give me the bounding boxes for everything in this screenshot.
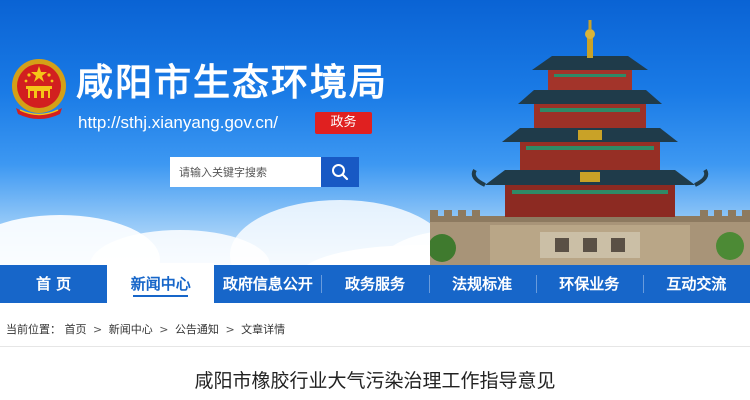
site-url[interactable]: http://sthj.xianyang.gov.cn/ xyxy=(78,113,278,133)
breadcrumb-separator: > xyxy=(159,323,169,336)
nav-item-interaction[interactable]: 互动交流 xyxy=(642,265,750,303)
nav-item-gov-info[interactable]: 政府信息公开 xyxy=(214,265,321,303)
search-icon xyxy=(332,164,349,181)
breadcrumb-current: 文章详情 xyxy=(241,323,286,336)
header-banner: 咸阳市生态环境局 http://sthj.xianyang.gov.cn/ 政务 xyxy=(0,0,750,265)
gov-affairs-badge[interactable]: 政务 xyxy=(315,112,372,134)
site-title: 咸阳市生态环境局 xyxy=(76,61,388,104)
breadcrumb-link-news-center[interactable]: 新闻中心 xyxy=(109,323,153,336)
nav-item-label: 新闻中心 xyxy=(130,275,191,293)
national-emblem-icon xyxy=(12,59,66,119)
breadcrumb-prefix: 当前位置： xyxy=(6,323,61,336)
breadcrumb-divider xyxy=(0,346,750,347)
nav-item-gov-services[interactable]: 政务服务 xyxy=(321,265,428,303)
article-title: 咸阳市橡胶行业大气污染治理工作指导意见 xyxy=(194,370,556,392)
search-box xyxy=(170,157,359,187)
nav-item-news-center[interactable]: 新闻中心 xyxy=(107,263,215,303)
nav-item-home[interactable]: 首 页 xyxy=(0,265,107,303)
active-underline xyxy=(133,295,189,297)
breadcrumb-separator: > xyxy=(225,323,235,336)
breadcrumb-link-notices[interactable]: 公告通知 xyxy=(175,323,219,336)
nav-item-environmental-business[interactable]: 环保业务 xyxy=(535,265,643,303)
main-nav: 首 页 新闻中心 政府信息公开 政务服务 法规标准 环保业务 互动交流 xyxy=(0,263,750,303)
tower-illustration xyxy=(430,20,750,265)
breadcrumb: 当前位置： 首页 > 新闻中心 > 公告通知 > 文章详情 xyxy=(6,321,285,337)
breadcrumb-separator: > xyxy=(93,323,103,336)
nav-item-regulations[interactable]: 法规标准 xyxy=(428,265,536,303)
search-input[interactable] xyxy=(171,158,321,186)
breadcrumb-link-home[interactable]: 首页 xyxy=(65,323,87,336)
search-button[interactable] xyxy=(321,157,359,187)
